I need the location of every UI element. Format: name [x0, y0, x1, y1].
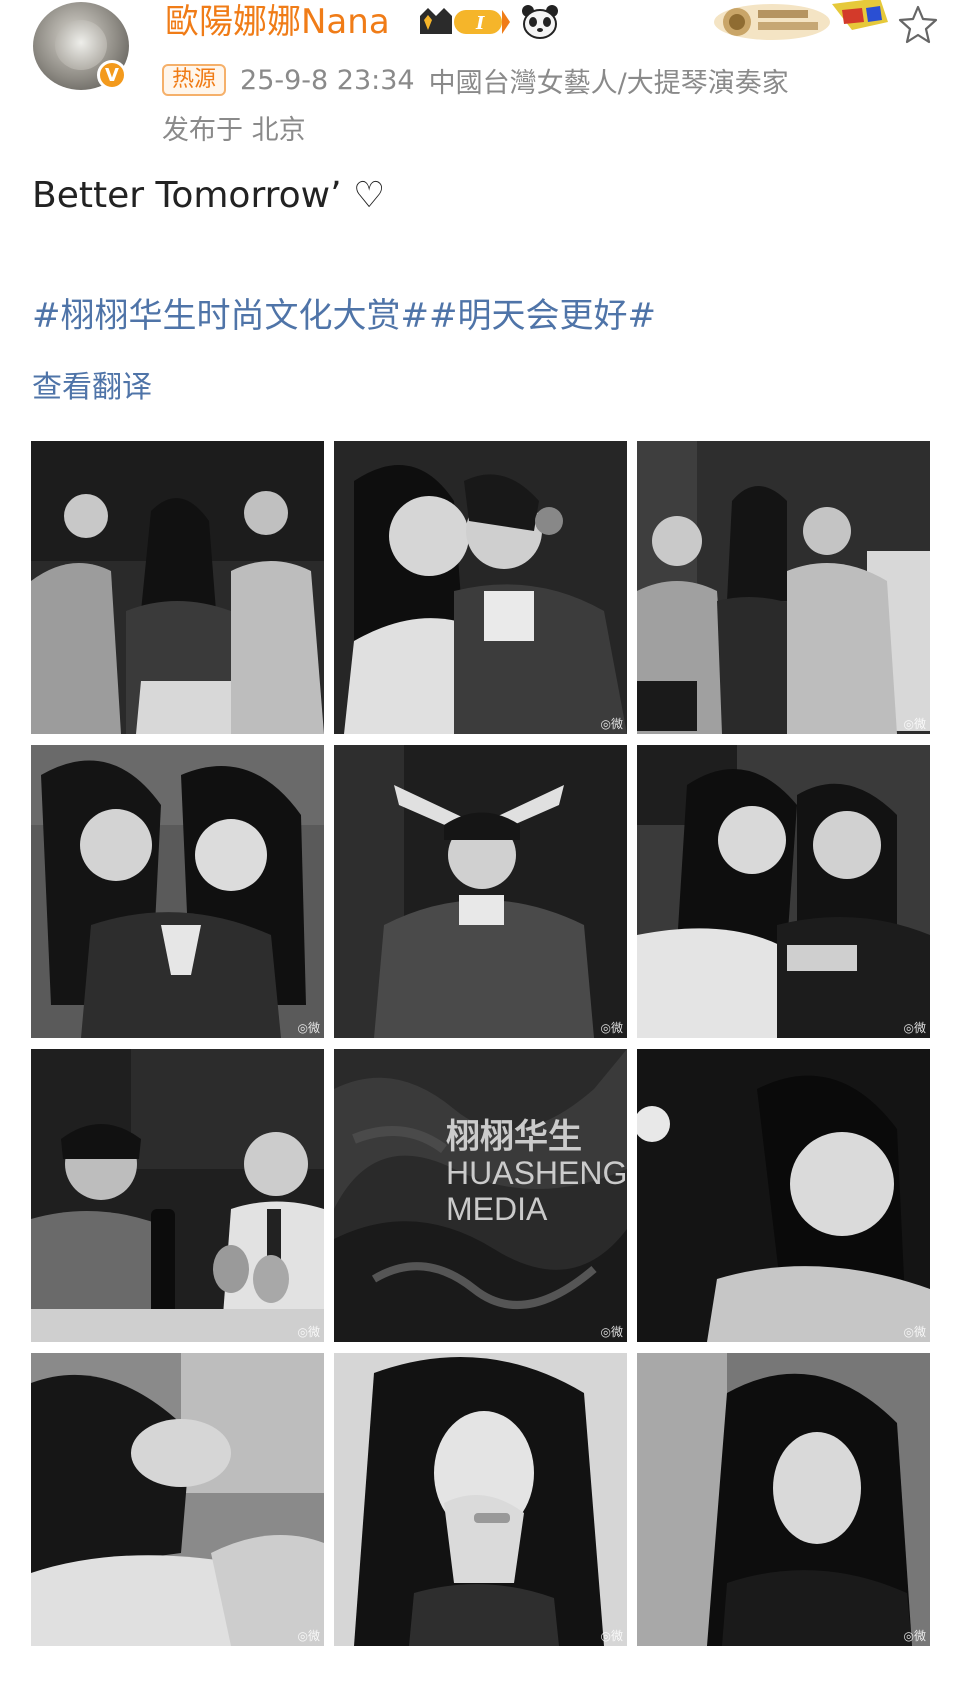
photo-10[interactable]: ◎微 — [31, 1353, 324, 1646]
level-badge-icon[interactable]: I — [418, 6, 512, 38]
photo-4[interactable]: ◎微 — [31, 745, 324, 1038]
star-icon[interactable] — [898, 4, 938, 44]
hot-tag[interactable]: 热源 — [162, 64, 227, 96]
meta-row: 热源 25-9-8 23:34 中國台灣女藝人/大提琴演奏家 — [162, 62, 789, 99]
verified-icon: V — [97, 60, 127, 90]
photo-3[interactable]: ◎微 — [637, 441, 930, 734]
watermark: ◎微 — [297, 1629, 320, 1643]
brand-overlay: 栩栩华生 HUASHENG MEDIA — [446, 1119, 627, 1227]
brand-en-1: HUASHENG — [446, 1155, 627, 1191]
watermark: ◎微 — [600, 1629, 623, 1643]
photo-8-logo[interactable]: 栩栩华生 HUASHENG MEDIA ◎微 — [334, 1049, 627, 1342]
hashtags[interactable]: #栩栩华生时尚文化大赏##明天会更好# — [32, 288, 656, 337]
avatar-face — [55, 20, 107, 70]
translate-link[interactable]: 查看翻译 — [32, 362, 152, 406]
brand-cn: 栩栩华生 — [446, 1118, 582, 1156]
watermark: ◎微 — [297, 1325, 320, 1339]
photo-1[interactable] — [31, 441, 324, 734]
watermark: ◎微 — [297, 1021, 320, 1035]
panda-icon — [522, 5, 558, 39]
watermark: ◎微 — [903, 717, 926, 731]
username[interactable]: 歐陽娜娜Nana — [165, 0, 390, 44]
post-header: V 歐陽娜娜Nana I 热源 25-9-8 23:34 中國台灣女藝人/大提琴… — [0, 0, 968, 150]
watermark: ◎微 — [600, 1021, 623, 1035]
decoration-badge — [714, 0, 888, 40]
brand-en-2: MEDIA — [446, 1191, 548, 1227]
user-bio: 中國台灣女藝人/大提琴演奏家 — [428, 67, 789, 99]
level-text: I — [475, 13, 485, 34]
photo-2[interactable]: ◎微 — [334, 441, 627, 734]
photo-9[interactable]: ◎微 — [637, 1049, 930, 1342]
post-text: Better Tomorrow’ ♡ — [32, 175, 386, 216]
watermark: ◎微 — [903, 1325, 926, 1339]
image-grid: ◎微 ◎微 ◎微 ◎微 ◎微 ◎微 栩栩华生 HUASHENG MEDIA ◎微… — [31, 441, 936, 1657]
location: 发布于 北京 — [162, 115, 306, 146]
watermark: ◎微 — [600, 717, 623, 731]
watermark: ◎微 — [903, 1629, 926, 1643]
watermark: ◎微 — [903, 1021, 926, 1035]
photo-7[interactable]: ◎微 — [31, 1049, 324, 1342]
photo-5[interactable]: ◎微 — [334, 745, 627, 1038]
watermark: ◎微 — [600, 1325, 623, 1339]
timestamp: 25-9-8 23:34 — [240, 64, 415, 96]
photo-6[interactable]: ◎微 — [637, 745, 930, 1038]
photo-11[interactable]: ◎微 — [334, 1353, 627, 1646]
photo-12[interactable]: ◎微 — [637, 1353, 930, 1646]
